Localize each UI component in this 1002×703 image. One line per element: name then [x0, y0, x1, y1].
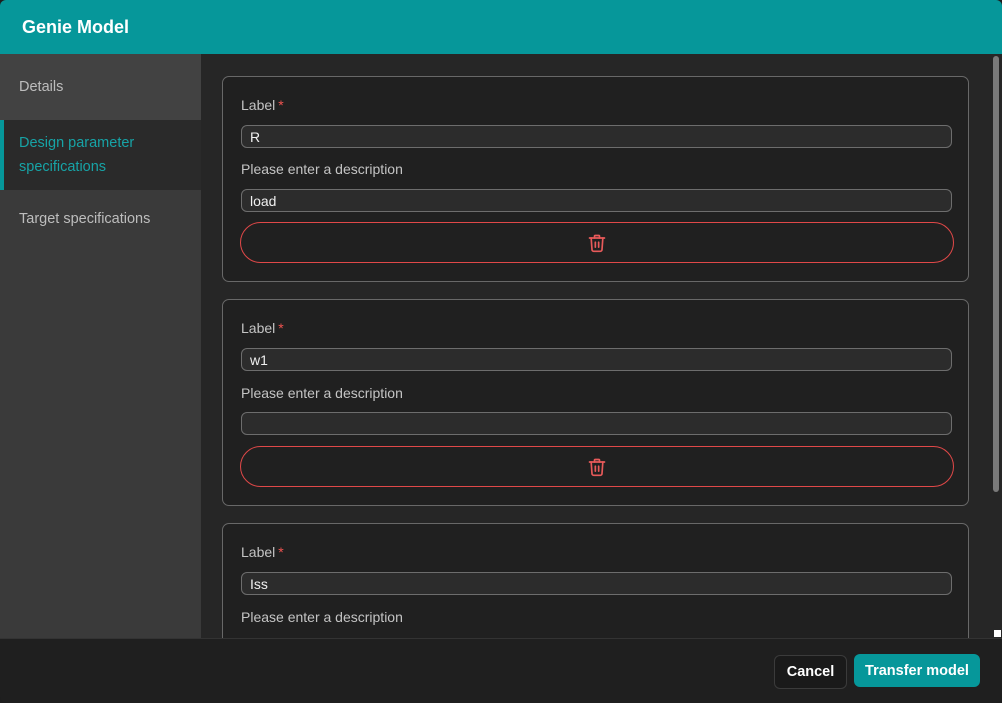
cancel-button[interactable]: Cancel [774, 655, 847, 689]
description-title: Please enter a description [241, 385, 403, 401]
scrollbar-thumb[interactable] [993, 56, 999, 492]
sidebar-item-design-parameter-specifications[interactable]: Design parameter specifications [0, 120, 201, 190]
sidebar-item-target-specifications[interactable]: Target specifications [0, 190, 201, 248]
label-input[interactable] [241, 348, 952, 371]
label-title: Label * [241, 544, 284, 560]
label-title: Label * [241, 320, 284, 336]
description-input[interactable] [241, 189, 952, 212]
description-title: Please enter a description [241, 609, 403, 625]
dialog-title: Genie Model [22, 16, 130, 37]
trash-icon [588, 458, 606, 476]
description-input[interactable] [241, 412, 952, 435]
trash-icon [588, 234, 606, 252]
scrollbar-corner [994, 630, 1001, 637]
sidebar-item-label: Design parameter specifications [19, 135, 135, 175]
transfer-model-button[interactable]: Transfer model [854, 654, 980, 687]
label-title: Label * [241, 97, 284, 113]
parameter-card: Label* Please enter a description [222, 523, 969, 638]
required-marker: * [278, 544, 284, 560]
sidebar-item-details[interactable]: Details [0, 54, 201, 120]
label-input[interactable] [241, 125, 952, 148]
dialog-header: Genie Model [0, 0, 1002, 54]
description-title: Please enter a description [241, 161, 403, 177]
parameter-list: Label* Please enter a description Label*… [201, 54, 1002, 638]
dialog-footer: Cancel Transfer model [0, 638, 1002, 703]
delete-parameter-button[interactable] [240, 222, 954, 263]
required-marker: * [278, 97, 284, 113]
label-input[interactable] [241, 572, 952, 595]
parameter-card: Label* Please enter a description [222, 299, 969, 506]
parameter-card: Label* Please enter a description [222, 76, 969, 282]
required-marker: * [278, 320, 284, 336]
sidebar: Details Design parameter specifications … [0, 54, 201, 638]
delete-parameter-button[interactable] [240, 446, 954, 487]
genie-model-dialog: Genie Model Details Design parameter spe… [0, 0, 1002, 703]
